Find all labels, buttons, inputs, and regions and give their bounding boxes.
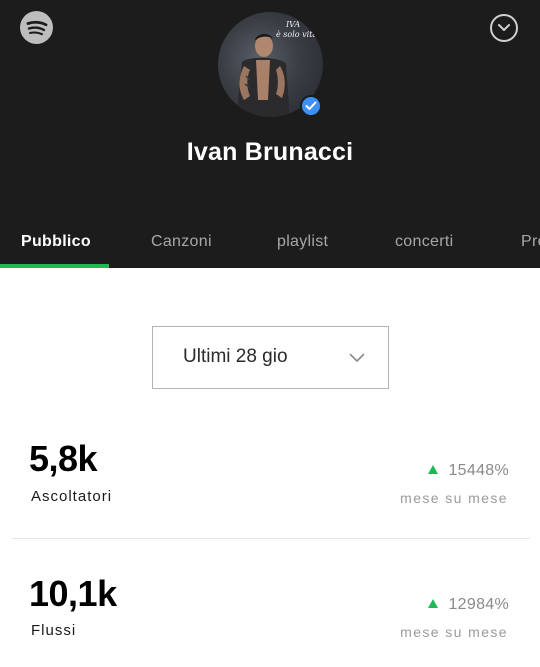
- trend-up-icon: [428, 465, 439, 474]
- stat-change-value: 15448%: [448, 462, 509, 479]
- period-dropdown[interactable]: Ultimi 28 gio: [152, 326, 389, 389]
- tab-bar: Pubblico Canzoni playlist concerti Pro: [0, 228, 540, 268]
- chevron-down-circle-icon[interactable]: [490, 14, 518, 42]
- spotify-icon[interactable]: [20, 11, 53, 44]
- tab-pubblico[interactable]: Pubblico: [21, 233, 91, 251]
- tab-playlist[interactable]: playlist: [277, 233, 328, 251]
- artist-header: IVA è solo vita Ivan Brunacci Pubblico C…: [0, 0, 540, 268]
- stat-label: Ascoltatori: [31, 488, 113, 505]
- tab-concerti[interactable]: concerti: [395, 233, 453, 251]
- avatar-text-line2: è solo vita: [276, 30, 318, 39]
- period-dropdown-value: Ultimi 28 gio: [183, 346, 288, 367]
- stat-value: 10,1k: [29, 573, 117, 614]
- stat-period: mese su mese: [400, 490, 508, 506]
- stat-value: 5,8k: [29, 438, 98, 479]
- avatar-text-line1: IVA: [286, 20, 301, 29]
- verified-check-icon: [300, 95, 322, 117]
- stat-change: 12984%: [428, 596, 509, 614]
- artist-name: Ivan Brunacci: [186, 138, 354, 166]
- active-tab-indicator: [0, 264, 109, 268]
- chevron-down-icon: [349, 353, 365, 362]
- artist-photo: [236, 34, 290, 117]
- stat-change-value: 12984%: [448, 596, 509, 613]
- divider: [12, 538, 530, 539]
- stat-period: mese su mese: [400, 624, 508, 640]
- tab-pro[interactable]: Pro: [521, 233, 540, 251]
- stat-change: 15448%: [428, 462, 509, 480]
- stat-label: Flussi: [31, 622, 77, 639]
- tab-canzoni[interactable]: Canzoni: [151, 233, 212, 251]
- trend-up-icon: [428, 599, 439, 608]
